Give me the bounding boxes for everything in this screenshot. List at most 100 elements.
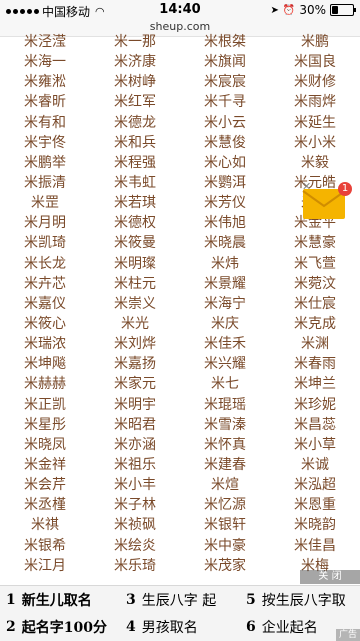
name-item[interactable]: 米亦涵	[90, 435, 180, 455]
ad-link-name-score[interactable]: 2 起名字100分	[0, 613, 120, 640]
name-item[interactable]: 米雪溱	[180, 415, 270, 435]
name-item[interactable]: 米煊	[180, 475, 270, 495]
name-item[interactable]: 米乐琦	[90, 556, 180, 576]
ad-link-birth-chart[interactable]: 3 生辰八字 起	[120, 586, 240, 613]
name-item[interactable]: 米银轩	[180, 515, 270, 535]
name-item[interactable]: 米佳昌	[270, 536, 360, 556]
name-item[interactable]: 米赫赫	[0, 374, 90, 394]
name-item[interactable]: 米银希	[0, 536, 90, 556]
name-item[interactable]: 米嘉仪	[0, 294, 90, 314]
name-item[interactable]: 米金祥	[0, 455, 90, 475]
name-item[interactable]: 米泾滢	[0, 32, 90, 52]
name-item[interactable]: 米千寻	[180, 92, 270, 112]
name-item[interactable]: 米根桀	[180, 32, 270, 52]
name-item[interactable]: 米鹏	[270, 32, 360, 52]
name-item[interactable]: 米晓晨	[180, 233, 270, 253]
name-item[interactable]: 米长龙	[0, 254, 90, 274]
name-item[interactable]: 米晓韵	[270, 515, 360, 535]
name-item[interactable]: 米崇义	[90, 294, 180, 314]
name-item[interactable]: 米雍淞	[0, 72, 90, 92]
name-item[interactable]: 米仕宸	[270, 294, 360, 314]
name-item[interactable]: 米怀真	[180, 435, 270, 455]
name-item[interactable]: 米坤兰	[270, 374, 360, 394]
name-item[interactable]: 米卉芯	[0, 274, 90, 294]
name-item[interactable]: 米七	[180, 374, 270, 394]
name-item[interactable]: 米茂家	[180, 556, 270, 576]
name-item[interactable]: 米诚	[270, 455, 360, 475]
name-item[interactable]: 米月明	[0, 213, 90, 233]
name-item[interactable]: 米炜	[180, 254, 270, 274]
name-item[interactable]: 米鹦洱	[180, 173, 270, 193]
name-item[interactable]: 米小草	[270, 435, 360, 455]
name-item[interactable]: 米光	[90, 314, 180, 334]
name-item[interactable]: 米昭君	[90, 415, 180, 435]
name-item[interactable]: 米祺	[0, 515, 90, 535]
name-item[interactable]: 米柱元	[90, 274, 180, 294]
name-item[interactable]: 米正凯	[0, 395, 90, 415]
name-item[interactable]: 米兴耀	[180, 354, 270, 374]
name-item[interactable]: 米慧俊	[180, 133, 270, 153]
name-item[interactable]: 米程强	[90, 153, 180, 173]
ad-link-boy-naming[interactable]: 4 男孩取名	[120, 613, 240, 640]
name-item[interactable]: 米克成	[270, 314, 360, 334]
name-item[interactable]: 米春雨	[270, 354, 360, 374]
name-item[interactable]: 米芳仪	[180, 193, 270, 213]
name-item[interactable]: 米昌蕊	[270, 415, 360, 435]
name-item[interactable]: 米会芹	[0, 475, 90, 495]
name-item[interactable]: 米丞槿	[0, 495, 90, 515]
name-item[interactable]: 米德龙	[90, 113, 180, 133]
name-item[interactable]: 米睿昕	[0, 92, 90, 112]
ad-link-birth-chart-naming[interactable]: 5 按生辰八字取	[240, 586, 360, 613]
name-item[interactable]: 米一那	[90, 32, 180, 52]
name-item[interactable]: 米红军	[90, 92, 180, 112]
name-item[interactable]: 米中豪	[180, 536, 270, 556]
name-item[interactable]: 米泓超	[270, 475, 360, 495]
name-item[interactable]: 米若琪	[90, 193, 180, 213]
name-item[interactable]: 米旗闻	[180, 52, 270, 72]
ad-close-button[interactable]: 关 闭	[300, 570, 360, 584]
name-item[interactable]: 米恩重	[270, 495, 360, 515]
name-item[interactable]: 米家元	[90, 374, 180, 394]
name-item[interactable]: 米伟旭	[180, 213, 270, 233]
name-item[interactable]: 米宇佟	[0, 133, 90, 153]
name-item[interactable]: 米渊	[270, 334, 360, 354]
name-item[interactable]: 米雨烨	[270, 92, 360, 112]
name-item[interactable]: 米祖乐	[90, 455, 180, 475]
name-item[interactable]: 米毅	[270, 153, 360, 173]
name-item[interactable]: 米小丰	[90, 475, 180, 495]
bottom-ad-banner[interactable]: 1 新生儿取名 3 生辰八字 起 5 按生辰八字取 2 起名字100分 4 男孩…	[0, 585, 360, 641]
name-item[interactable]: 米刘烨	[90, 334, 180, 354]
name-item[interactable]: 米佳禾	[180, 334, 270, 354]
floating-mail-widget[interactable]: ✕ 1	[302, 180, 352, 220]
name-item[interactable]: 米明璨	[90, 254, 180, 274]
name-item[interactable]: 米鹏举	[0, 153, 90, 173]
name-item[interactable]: 米琨瑶	[180, 395, 270, 415]
ad-link-newborn-naming[interactable]: 1 新生儿取名	[0, 586, 120, 613]
name-item[interactable]: 米江月	[0, 556, 90, 576]
name-item[interactable]: 米忆源	[180, 495, 270, 515]
name-item[interactable]: 米坤飚	[0, 354, 90, 374]
name-item[interactable]: 米景耀	[180, 274, 270, 294]
name-item[interactable]: 米有和	[0, 113, 90, 133]
name-item[interactable]: 米绘炎	[90, 536, 180, 556]
name-item[interactable]: 米德权	[90, 213, 180, 233]
name-item[interactable]: 米慧豪	[270, 233, 360, 253]
name-item[interactable]: 米祯砜	[90, 515, 180, 535]
name-item[interactable]: 米嘉扬	[90, 354, 180, 374]
name-item[interactable]: 米韦虹	[90, 173, 180, 193]
name-item[interactable]: 米珍妮	[270, 395, 360, 415]
name-item[interactable]: 米和兵	[90, 133, 180, 153]
name-item[interactable]: 米筱心	[0, 314, 90, 334]
name-item[interactable]: 米星彤	[0, 415, 90, 435]
name-item[interactable]: 米树峥	[90, 72, 180, 92]
name-item[interactable]: 米海宁	[180, 294, 270, 314]
name-item[interactable]: 米瑞浓	[0, 334, 90, 354]
name-item[interactable]: 米小米	[270, 133, 360, 153]
name-item[interactable]: 米延生	[270, 113, 360, 133]
name-item[interactable]: 米宸宸	[180, 72, 270, 92]
name-item[interactable]: 米菀汶	[270, 274, 360, 294]
name-item[interactable]: 米罡	[0, 193, 90, 213]
name-item[interactable]: 米济康	[90, 52, 180, 72]
name-item[interactable]: 米财修	[270, 72, 360, 92]
name-item[interactable]: 米小云	[180, 113, 270, 133]
